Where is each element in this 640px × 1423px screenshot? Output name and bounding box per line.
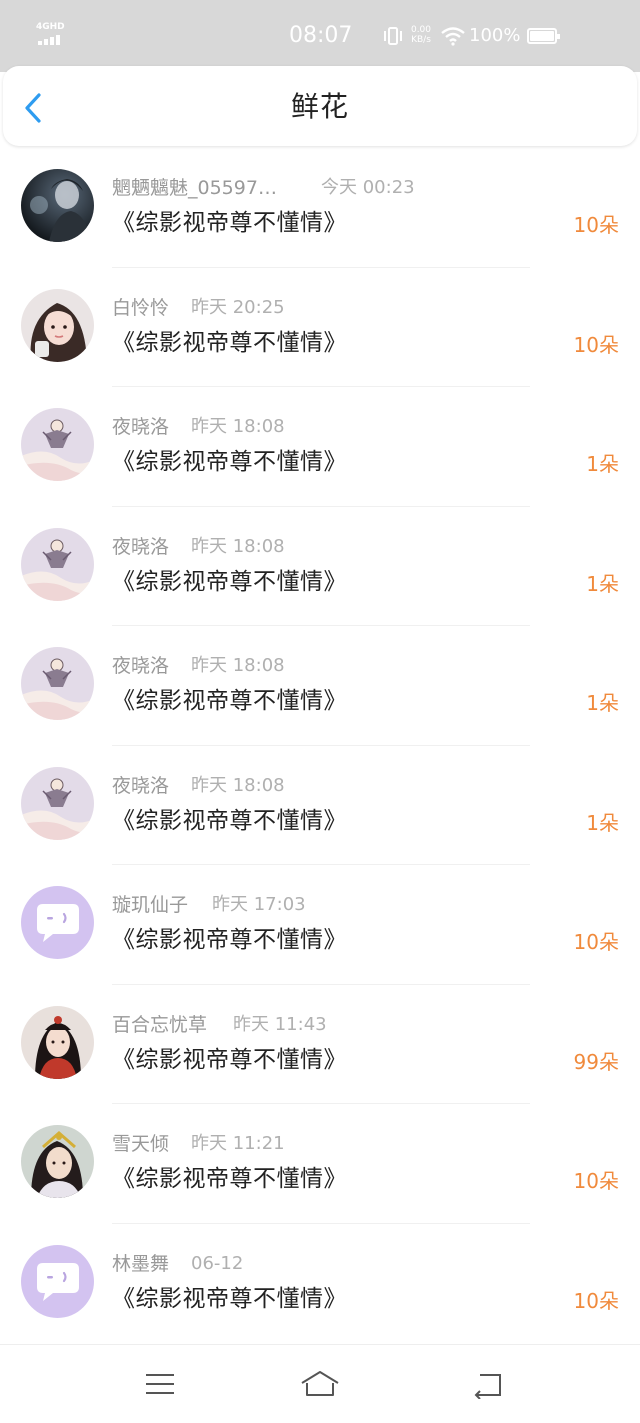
speed-value: 0.00 <box>410 25 432 35</box>
send-time: 昨天 11:21 <box>191 1133 285 1154</box>
home-icon[interactable] <box>298 1369 342 1399</box>
book-title: 《综影视帝尊不懂情》 <box>112 568 347 595</box>
fairy-art-avatar <box>21 766 94 840</box>
list-item[interactable]: 林墨舞 06-12 《综影视帝尊不懂情》 10朵 <box>0 1224 640 1344</box>
book-title: 《综影视帝尊不懂情》 <box>112 1285 347 1312</box>
default-chat-avatar <box>21 1244 94 1318</box>
send-time: 06-12 <box>191 1252 244 1274</box>
girl-portrait-avatar <box>21 288 94 362</box>
page-title: 鲜花 <box>290 90 349 123</box>
avatar[interactable] <box>21 408 94 481</box>
flower-count: 1朵 <box>586 691 619 715</box>
avatar[interactable] <box>21 886 94 959</box>
list-item[interactable]: 魍魉魑魅_05597… 今天 00:23 《综影视帝尊不懂情》 10朵 <box>0 148 640 268</box>
send-time: 昨天 18:08 <box>191 655 285 676</box>
default-chat-avatar <box>21 886 94 959</box>
book-title: 《综影视帝尊不懂情》 <box>112 210 347 236</box>
book-title: 《综影视帝尊不懂情》 <box>112 1046 347 1073</box>
sender-name: 夜晓洛 <box>112 535 170 558</box>
sender-name: 夜晓洛 <box>112 416 170 438</box>
flower-count: 10朵 <box>573 332 619 357</box>
send-time: 今天 00:23 <box>321 177 415 198</box>
vibrate-icon <box>384 27 402 45</box>
flower-count: 1朵 <box>586 571 619 596</box>
send-time: 昨天 17:03 <box>212 894 306 915</box>
send-time: 昨天 18:08 <box>191 774 285 796</box>
fairy-art-avatar <box>21 408 94 481</box>
avatar[interactable] <box>21 766 94 840</box>
avatar[interactable] <box>21 647 94 720</box>
speed-unit: KB/s <box>411 35 431 45</box>
flower-count: 99朵 <box>573 1049 619 1074</box>
dark-portrait-avatar <box>21 169 94 242</box>
network-type: 4GHD <box>36 22 65 32</box>
book-title: 《综影视帝尊不懂情》 <box>112 449 347 475</box>
send-time: 昨天 18:08 <box>191 535 285 557</box>
sender-name: 林墨舞 <box>112 1252 170 1275</box>
wifi-icon <box>441 27 465 46</box>
book-title: 《综影视帝尊不懂情》 <box>112 927 347 953</box>
fairy-art-avatar <box>21 647 94 720</box>
avatar[interactable] <box>21 288 94 362</box>
send-time: 昨天 20:25 <box>191 296 285 318</box>
sender-name: 百合忘忧草 <box>112 1013 208 1036</box>
avatar[interactable] <box>21 1005 94 1079</box>
flower-list: 魍魉魑魅_05597… 今天 00:23 《综影视帝尊不懂情》 10朵 白怜怜 … <box>0 148 640 1343</box>
book-title: 《综影视帝尊不懂情》 <box>112 807 347 834</box>
costume-portrait-avatar <box>21 1125 94 1198</box>
sender-name: 璇玑仙子 <box>112 894 189 916</box>
flower-count: 10朵 <box>573 213 619 237</box>
send-time: 昨天 18:08 <box>191 416 285 437</box>
list-item[interactable]: 百合忘忧草 昨天 11:43 《综影视帝尊不懂情》 99朵 <box>0 985 640 1104</box>
sender-name: 魍魉魑魅_05597… <box>112 177 277 199</box>
clock: 08:07 <box>289 23 353 48</box>
status-bar: 4GHD 08:07 0.00 KB/s 100% <box>0 0 640 72</box>
network-speed: 0.00 KB/s <box>408 25 434 45</box>
list-item[interactable]: 夜晓洛 昨天 18:08 《综影视帝尊不懂情》 1朵 <box>0 507 640 626</box>
book-title: 《综影视帝尊不懂情》 <box>112 688 347 714</box>
flower-count: 10朵 <box>573 1288 619 1313</box>
sender-name: 夜晓洛 <box>112 655 170 677</box>
list-item[interactable]: 雪天倾 昨天 11:21 《综影视帝尊不懂情》 10朵 <box>0 1104 640 1224</box>
send-time: 昨天 11:43 <box>233 1013 327 1035</box>
avatar[interactable] <box>21 169 94 242</box>
avatar[interactable] <box>21 527 94 601</box>
battery-percent: 100% <box>469 25 521 46</box>
sender-name: 雪天倾 <box>112 1133 170 1155</box>
system-nav-bar <box>0 1344 640 1423</box>
flower-count: 1朵 <box>586 810 619 835</box>
battery-icon <box>527 28 560 44</box>
list-item[interactable]: 白怜怜 昨天 20:25 《综影视帝尊不懂情》 10朵 <box>0 268 640 387</box>
book-title: 《综影视帝尊不懂情》 <box>112 1166 347 1192</box>
book-title: 《综影视帝尊不懂情》 <box>112 329 347 356</box>
flower-count: 10朵 <box>573 930 619 954</box>
flower-count: 10朵 <box>573 1169 619 1193</box>
menu-icon[interactable] <box>142 1369 178 1399</box>
header: 鲜花 <box>3 66 637 146</box>
fairy-art-avatar <box>21 527 94 601</box>
signal-icon: 4GHD <box>36 22 68 46</box>
list-item[interactable]: 夜晓洛 昨天 18:08 《综影视帝尊不懂情》 1朵 <box>0 626 640 746</box>
costume-portrait-avatar <box>21 1005 94 1079</box>
flower-count: 1朵 <box>586 452 619 476</box>
avatar[interactable] <box>21 1244 94 1318</box>
sender-name: 夜晓洛 <box>112 774 170 797</box>
list-item[interactable]: 夜晓洛 昨天 18:08 《综影视帝尊不懂情》 1朵 <box>0 387 640 507</box>
sender-name: 白怜怜 <box>112 296 170 319</box>
list-item[interactable]: 夜晓洛 昨天 18:08 《综影视帝尊不懂情》 1朵 <box>0 746 640 865</box>
return-icon[interactable] <box>470 1369 506 1399</box>
avatar[interactable] <box>21 1125 94 1198</box>
list-item[interactable]: 璇玑仙子 昨天 17:03 《综影视帝尊不懂情》 10朵 <box>0 865 640 985</box>
